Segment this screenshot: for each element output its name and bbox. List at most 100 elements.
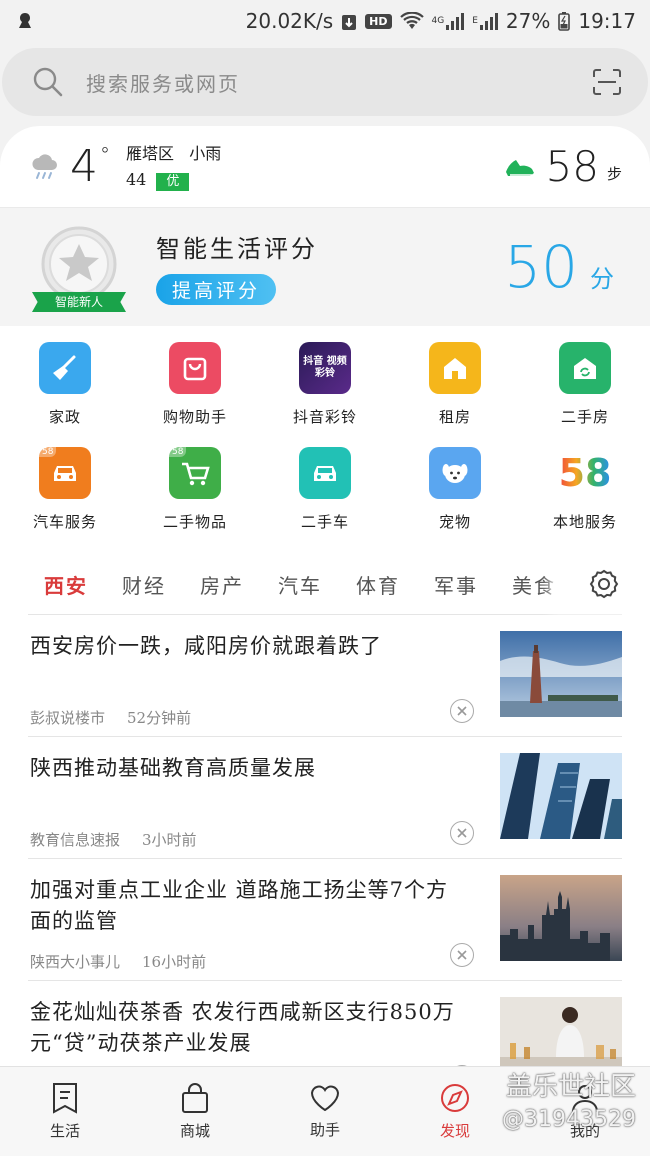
tab-military[interactable]: 军事 — [434, 570, 478, 599]
network-type-label: 4G — [431, 16, 445, 26]
news-source: 彭叔说楼市 — [30, 709, 106, 727]
temperature: 4 ° — [70, 141, 110, 192]
nav-life[interactable]: 生活 — [0, 1067, 130, 1156]
car-icon: 58 — [39, 447, 91, 499]
news-title: 加强对重点工业企业 道路施工扬尘等7个方面的监管 — [30, 878, 449, 933]
tab-auto[interactable]: 汽车 — [278, 570, 322, 599]
wifi-icon — [399, 12, 424, 29]
service-secondhand-goods[interactable]: 58 二手物品 — [130, 447, 260, 532]
heart-icon — [310, 1085, 340, 1112]
network-speed: 20.02K/s — [245, 9, 334, 33]
close-icon — [457, 950, 467, 960]
service-used-car[interactable]: 二手车 — [260, 447, 390, 532]
shopping-bag-icon — [169, 342, 221, 394]
close-icon — [457, 828, 467, 838]
cart-icon: 58 — [169, 447, 221, 499]
news-item[interactable]: 陕西推动基础教育高质量发展 教育信息速报 3小时前 — [28, 737, 622, 859]
news-thumbnail — [500, 753, 622, 839]
dismiss-button[interactable] — [450, 699, 474, 723]
news-source: 陕西大小事儿 — [30, 953, 121, 971]
step-count: 58 — [545, 142, 599, 191]
battery-charging-icon — [558, 12, 571, 31]
status-bar: 20.02K/s HD 4G E 27% 19:17 — [0, 0, 650, 42]
news-title: 陕西推动基础教育高质量发展 — [30, 756, 316, 780]
search-input[interactable]: 搜索服务或网页 — [86, 68, 592, 97]
car-icon — [299, 447, 351, 499]
nav-mall[interactable]: 商城 — [130, 1067, 260, 1156]
tab-food[interactable]: 美食 — [512, 570, 556, 599]
weather-condition: 小雨 — [189, 143, 222, 163]
news-source: 教育信息速报 — [30, 831, 121, 849]
tab-settings-button[interactable] — [558, 554, 650, 614]
news-title: 金花灿灿茯茶香 农发行西咸新区支行850万元“贷”动茯茶产业发展 — [30, 1000, 455, 1055]
bookmark-icon — [53, 1083, 77, 1114]
smart-life-score[interactable]: 智能新人 智能生活评分 提高评分 50 分 — [0, 208, 650, 326]
service-secondhand-house[interactable]: 二手房 — [520, 342, 650, 427]
battery-percent: 27% — [505, 9, 551, 33]
dog-icon — [429, 447, 481, 499]
house-icon — [429, 342, 481, 394]
58-logo-icon: 58 — [559, 447, 611, 499]
download-icon — [342, 15, 357, 30]
score-value: 50 分 — [504, 233, 614, 301]
weather-strip[interactable]: 4 ° 雁塔区 小雨 44 优 58 步 — [0, 126, 650, 208]
news-item[interactable]: 金花灿灿茯茶香 农发行西咸新区支行850万元“贷”动茯茶产业发展 — [28, 981, 622, 1066]
badge-label: 智能新人 — [32, 292, 126, 312]
bag-icon — [182, 1083, 208, 1113]
step-unit: 步 — [606, 165, 622, 183]
sneaker-icon — [505, 159, 534, 176]
service-pet[interactable]: 宠物 — [390, 447, 520, 532]
tab-finance[interactable]: 财经 — [122, 570, 166, 599]
step-counter[interactable]: 58 步 — [504, 142, 622, 191]
aqi-value: 44 — [126, 169, 147, 189]
douyin-ringtone-icon: 抖音 视频彩铃 — [299, 342, 351, 394]
news-time: 52分钟前 — [127, 709, 192, 727]
news-time: 16小时前 — [142, 953, 207, 971]
signal-icon-2 — [479, 12, 498, 30]
broom-icon — [39, 342, 91, 394]
tab-sports[interactable]: 体育 — [356, 570, 400, 599]
news-title: 西安房价一跌，咸阳房价就跟着跌了 — [30, 634, 382, 658]
aqi-level-badge: 优 — [156, 172, 190, 191]
nav-assistant[interactable]: 助手 — [260, 1067, 390, 1156]
service-rent[interactable]: 租房 — [390, 342, 520, 427]
news-time: 3小时前 — [142, 831, 197, 849]
district: 雁塔区 — [126, 143, 175, 163]
watermark: 盖乐世社区 @31943529 — [502, 1072, 636, 1132]
network-type-label-2: E — [472, 16, 478, 26]
notification-app-icon — [19, 13, 31, 28]
dismiss-button[interactable] — [450, 821, 474, 845]
tab-xian[interactable]: 西安 — [44, 570, 88, 599]
discover-card: 4 ° 雁塔区 小雨 44 优 58 步 智能新人 智能生活评分 提高评分 50 分 — [0, 126, 650, 1066]
service-douyin-ringtone[interactable]: 抖音 视频彩铃 抖音彩铃 — [260, 342, 390, 427]
service-grid: 家政 购物助手 抖音 视频彩铃 抖音彩铃 租房 二手房 58 汽车服务 58 二… — [0, 326, 650, 532]
compass-icon — [441, 1084, 469, 1112]
news-item[interactable]: 西安房价一跌，咸阳房价就跟着跌了 彭叔说楼市 52分钟前 — [28, 615, 622, 737]
search-icon — [33, 67, 63, 97]
service-shopping-assistant[interactable]: 购物助手 — [130, 342, 260, 427]
clock: 19:17 — [578, 9, 636, 33]
news-thumbnail — [500, 997, 622, 1066]
rain-cloud-icon — [32, 153, 57, 179]
rank-badge: 智能新人 — [32, 226, 126, 312]
tab-realestate[interactable]: 房产 — [200, 570, 244, 599]
hd-badge: HD — [365, 13, 392, 29]
search-bar[interactable]: 搜索服务或网页 — [2, 48, 648, 116]
news-category-tabs: 西安 财经 房产 汽车 体育 军事 美食 — [0, 554, 650, 614]
improve-score-button[interactable]: 提高评分 — [156, 274, 277, 305]
news-thumbnail — [500, 631, 622, 717]
score-title: 智能生活评分 — [156, 235, 318, 263]
gear-icon — [589, 569, 619, 599]
nav-discover[interactable]: 发现 — [390, 1067, 520, 1156]
close-icon — [457, 706, 467, 716]
scan-icon[interactable] — [592, 68, 622, 96]
service-housekeeping[interactable]: 家政 — [0, 342, 130, 427]
news-feed: 西安房价一跌，咸阳房价就跟着跌了 彭叔说楼市 52分钟前 陕西推动基础教育高质量发… — [28, 614, 622, 1066]
news-thumbnail — [500, 875, 622, 961]
service-local[interactable]: 58 本地服务 — [520, 447, 650, 532]
news-item[interactable]: 加强对重点工业企业 道路施工扬尘等7个方面的监管 陕西大小事儿 16小时前 — [28, 859, 622, 981]
dismiss-button[interactable] — [450, 943, 474, 967]
signal-icon — [446, 12, 465, 30]
secondhand-house-icon — [559, 342, 611, 394]
service-car[interactable]: 58 汽车服务 — [0, 447, 130, 532]
